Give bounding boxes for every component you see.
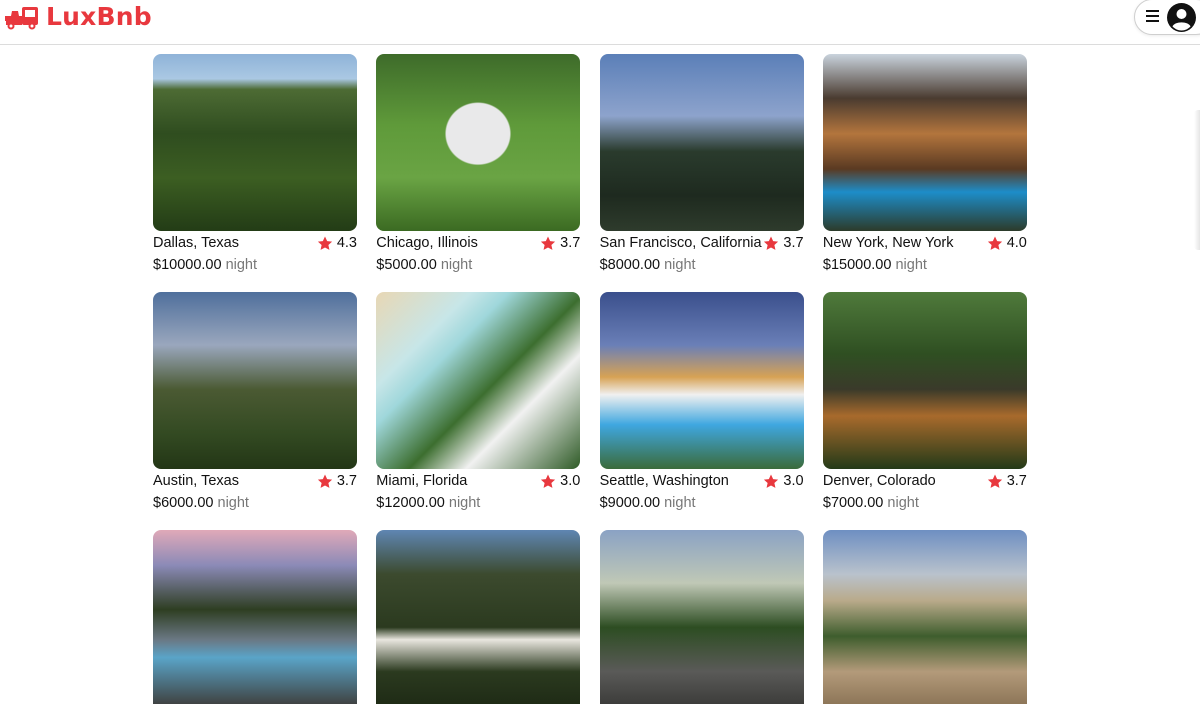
price-unit: night (217, 495, 249, 511)
listing-price-row: $10000.00 night (153, 257, 257, 273)
price-unit: night (225, 257, 258, 273)
listing-location: Denver, Colorado (822, 473, 936, 489)
listing-price-row: $7000.00 night (823, 495, 919, 511)
star-icon (764, 474, 779, 488)
user-menu-button[interactable] (1134, 0, 1200, 35)
listing-photo[interactable] (153, 54, 357, 231)
listing-price: $8000.00 (599, 257, 661, 273)
listing-price: $5000.00 (376, 257, 437, 273)
listing-price: $12000.00 (376, 495, 445, 511)
logo[interactable]: LuxBnb (4, 2, 152, 31)
logo-icon (5, 6, 38, 29)
listing-location: Austin, Texas (153, 473, 239, 489)
price-unit: night (664, 495, 696, 511)
listing-location: New York, New York (822, 235, 954, 251)
hamburger-icon (1146, 10, 1159, 22)
listing-price-row: $9000.00 night (600, 495, 696, 511)
listing-rating: 3.0 (763, 473, 804, 489)
listing-price: $7000.00 (822, 495, 884, 511)
listing-location: Miami, Florida (376, 473, 468, 489)
listing-location: Seattle, Washington (599, 473, 729, 489)
listing-card[interactable]: Austin, Texas 3.7 $6000.00 night (153, 292, 357, 511)
listing-card[interactable]: Chicago, Illinois 3.7 $5000.00 night (376, 54, 581, 273)
rating-value: 3.0 (560, 473, 581, 489)
listing-photo[interactable] (153, 530, 357, 704)
listing-photo[interactable] (822, 292, 1027, 469)
listing-card[interactable] (822, 530, 1027, 704)
avatar-icon (1167, 3, 1196, 32)
listing-rating: 3.7 (987, 473, 1027, 489)
listing-card[interactable]: New York, New York 4.0 $15000.00 night (822, 54, 1027, 273)
listing-photo[interactable] (376, 292, 581, 469)
price-unit: night (448, 495, 481, 511)
rating-value: 3.7 (560, 235, 581, 251)
price-unit: night (664, 257, 696, 273)
rating-value: 3.7 (783, 235, 804, 251)
price-unit: night (440, 257, 473, 273)
price-unit: night (887, 495, 919, 511)
listing-photo[interactable] (376, 54, 581, 231)
listing-price-row: $5000.00 night (376, 257, 472, 273)
listing-meta: Seattle, Washington 3.0 (600, 473, 804, 491)
rating-value: 3.7 (336, 473, 357, 489)
listing-meta: Chicago, Illinois 3.7 (376, 235, 580, 253)
listing-card[interactable] (599, 530, 804, 704)
listing-location: San Francisco, California (599, 235, 762, 251)
listing-rating: 4.3 (317, 235, 357, 251)
listing-card[interactable]: Seattle, Washington 3.0 $9000.00 night (599, 292, 804, 511)
listing-price-row: $6000.00 night (153, 495, 249, 511)
star-icon (541, 474, 556, 488)
star-icon (987, 236, 1002, 250)
listing-photo[interactable] (822, 54, 1027, 231)
listing-meta: New York, New York 4.0 (823, 235, 1027, 253)
listing-rating: 4.0 (987, 235, 1027, 251)
listing-card[interactable]: Dallas, Texas 4.3 $10000.00 night (153, 54, 357, 273)
listing-card[interactable] (153, 530, 357, 704)
listing-price: $15000.00 (822, 257, 892, 273)
star-icon (541, 236, 556, 250)
listing-rating: 3.7 (763, 235, 804, 251)
star-icon (317, 474, 332, 488)
listing-card[interactable] (376, 530, 581, 704)
listing-price: $9000.00 (599, 495, 661, 511)
listing-rating: 3.0 (540, 473, 580, 489)
listing-rating: 3.7 (540, 235, 580, 251)
star-icon (764, 236, 779, 250)
listing-photo[interactable] (599, 54, 804, 231)
listing-location: Chicago, Illinois (376, 235, 478, 251)
listing-card[interactable]: Denver, Colorado 3.7 $7000.00 night (822, 292, 1027, 511)
listing-photo[interactable] (153, 292, 357, 469)
listing-price-row: $15000.00 night (823, 257, 927, 273)
listing-meta: Denver, Colorado 3.7 (823, 473, 1027, 491)
listing-photo[interactable] (599, 292, 804, 469)
listing-price: $10000.00 (153, 257, 222, 273)
listing-card[interactable]: Miami, Florida 3.0 $12000.00 night (376, 292, 581, 511)
rating-value: 4.3 (336, 235, 357, 251)
rating-value: 3.7 (1006, 473, 1027, 489)
listing-photo[interactable] (599, 530, 804, 704)
listing-price: $6000.00 (153, 495, 214, 511)
listing-meta: Dallas, Texas 4.3 (153, 235, 357, 253)
top-nav: LuxBnb (0, 0, 1200, 45)
star-icon (317, 236, 332, 250)
rating-value: 3.0 (783, 473, 804, 489)
logo-text: LuxBnb (46, 2, 152, 31)
rating-value: 4.0 (1006, 235, 1027, 251)
listing-price-row: $8000.00 night (600, 257, 696, 273)
listing-price-row: $12000.00 night (376, 495, 480, 511)
listing-photo[interactable] (376, 530, 581, 704)
listing-meta: Austin, Texas 3.7 (153, 473, 357, 491)
listing-rating: 3.7 (317, 473, 357, 489)
listing-card[interactable]: San Francisco, California 3.7 $8000.00 n… (599, 54, 804, 273)
price-unit: night (895, 257, 927, 273)
listing-location: Dallas, Texas (153, 235, 239, 251)
listing-photo[interactable] (822, 530, 1027, 704)
listing-meta: Miami, Florida 3.0 (376, 473, 580, 491)
side-panel-edge (1194, 110, 1200, 250)
listing-grid: Dallas, Texas 4.3 $10000.00 night Chicag… (153, 54, 1027, 704)
star-icon (987, 474, 1002, 488)
listing-meta: San Francisco, California 3.7 (600, 235, 804, 253)
